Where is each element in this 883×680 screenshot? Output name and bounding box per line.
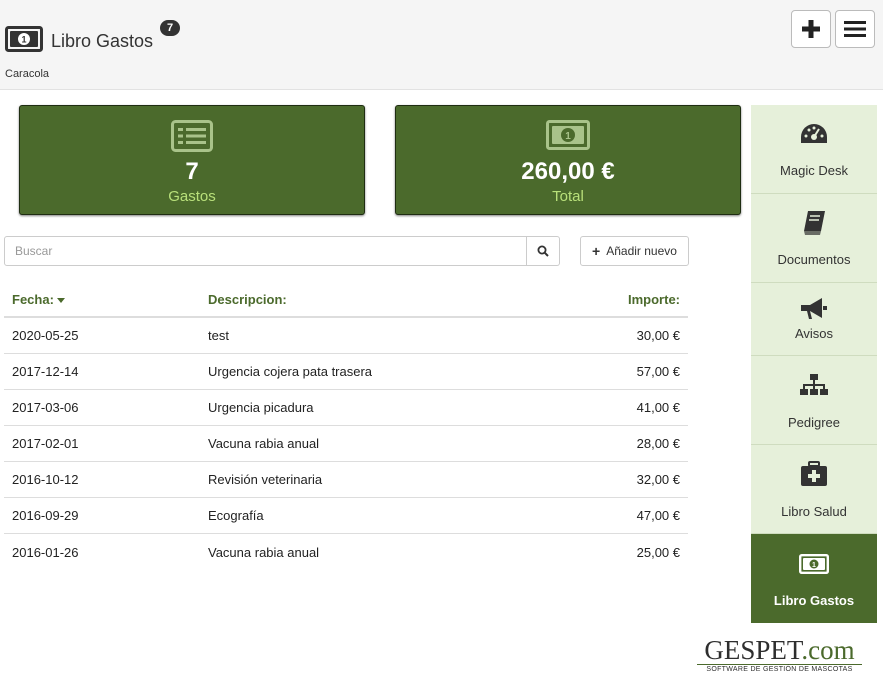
- cell-description: Revisión veterinaria: [208, 472, 323, 487]
- cell-amount: 25,00 €: [636, 544, 680, 560]
- svg-text:1: 1: [21, 35, 26, 45]
- table-row[interactable]: 2016-10-12 Revisión veterinaria 32,00 €: [4, 462, 688, 498]
- column-header-amount[interactable]: Importe:: [528, 292, 688, 307]
- column-header-date[interactable]: Fecha:: [4, 292, 200, 307]
- sidebar-item-label: Documentos: [777, 252, 851, 267]
- add-new-label: Añadir nuevo: [606, 244, 677, 258]
- sidebar-item-pedigree[interactable]: Pedigree: [751, 356, 877, 445]
- list-icon: [171, 120, 213, 152]
- sidebar-item-avisos[interactable]: Avisos: [751, 283, 877, 356]
- cell-amount: 57,00 €: [636, 364, 680, 379]
- cell-description: test: [208, 328, 229, 343]
- cell-date: 2020-05-25: [12, 328, 79, 343]
- logo-main-text: GESPET: [704, 635, 802, 665]
- cell-date: 2017-12-14: [12, 364, 79, 379]
- sidebar-item-label: Pedigree: [787, 415, 841, 430]
- page-title: Libro Gastos: [51, 30, 154, 51]
- add-button[interactable]: [791, 10, 831, 48]
- logo-wordmark: GESPET.com: [697, 636, 862, 664]
- book-icon: [804, 211, 825, 235]
- sidebar-item-magic-desk[interactable]: Magic Desk: [751, 105, 877, 194]
- money-icon: 1: [5, 26, 43, 52]
- cell-description: Ecografía: [208, 508, 264, 523]
- sidebar-item-label: Magic Desk: [780, 163, 848, 178]
- table-header: Fecha: Descripcion: Importe:: [4, 282, 688, 318]
- search-bar: [4, 236, 560, 266]
- cell-date: 2016-10-12: [12, 472, 79, 487]
- expenses-count-card: 7 Gastos: [19, 105, 365, 215]
- cell-description: Vacuna rabia anual: [208, 544, 320, 560]
- column-header-date-label: Fecha:: [12, 291, 54, 307]
- search-button[interactable]: [527, 236, 560, 266]
- svg-text:1: 1: [565, 131, 571, 142]
- sidebar-item-libro-gastos[interactable]: 1 Libro Gastos: [751, 534, 877, 623]
- menu-button[interactable]: [835, 10, 875, 48]
- cell-description: Urgencia cojera pata trasera: [208, 364, 373, 379]
- sidebar-nav: Magic Desk Documentos Avisos Pedigree Li…: [751, 105, 877, 623]
- logo-suffix-text: .com: [801, 635, 855, 665]
- table-row[interactable]: 2017-02-01 Vacuna rabia anual 28,00 €: [4, 426, 688, 462]
- sort-desc-icon: [56, 297, 65, 303]
- cell-description: Vacuna rabia anual: [208, 436, 320, 451]
- cell-amount: 32,00 €: [636, 472, 680, 487]
- column-header-description[interactable]: Descripcion:: [200, 292, 528, 307]
- sidebar-item-label: Libro Gastos: [773, 593, 855, 608]
- expenses-total-label: Total: [552, 188, 584, 205]
- svg-text:1: 1: [812, 562, 816, 569]
- cell-amount: 30,00 €: [636, 328, 680, 343]
- table-row[interactable]: 2017-12-14 Urgencia cojera pata trasera …: [4, 354, 688, 390]
- add-new-button[interactable]: + Añadir nuevo: [580, 236, 689, 266]
- cell-amount: 28,00 €: [636, 436, 680, 451]
- plus-icon: [802, 20, 820, 38]
- sitemap-icon: [800, 374, 828, 395]
- plus-icon: +: [592, 243, 601, 259]
- expenses-count: 7: [185, 158, 199, 185]
- pet-name: Caracola: [5, 68, 50, 80]
- expenses-table: Fecha: Descripcion: Importe: 2020-05-25 …: [4, 282, 688, 570]
- title-wrap: 1 Libro Gastos: [5, 26, 153, 52]
- medkit-icon: [801, 461, 827, 486]
- cell-description: Urgencia picadura: [208, 400, 314, 415]
- expenses-total-card: 1 260,00 € Total: [395, 105, 741, 215]
- megaphone-icon: [801, 298, 827, 319]
- table-row[interactable]: 2020-05-25 test 30,00 €: [4, 318, 688, 354]
- hamburger-icon: [844, 21, 866, 37]
- money-icon: 1: [799, 554, 829, 574]
- search-icon: [537, 245, 549, 257]
- money-icon: 1: [546, 120, 590, 150]
- page-header: 1 Libro Gastos 7 Caracola: [0, 0, 883, 90]
- table-row[interactable]: 2016-09-29 Ecografía 47,00 €: [4, 498, 688, 534]
- cell-date: 2016-09-29: [12, 508, 79, 523]
- expenses-total: 260,00 €: [521, 158, 615, 185]
- count-badge: 7: [160, 20, 180, 36]
- expenses-count-label: Gastos: [168, 188, 216, 205]
- cell-date: 2017-02-01: [12, 436, 79, 451]
- cell-amount: 41,00 €: [636, 400, 680, 415]
- gespet-logo: GESPET.com SOFTWARE DE GESTIÓN DE MASCOT…: [697, 636, 862, 674]
- cell-date: 2017-03-06: [12, 400, 79, 415]
- table-row[interactable]: 2017-03-06 Urgencia picadura 41,00 €: [4, 390, 688, 426]
- sidebar-item-libro-salud[interactable]: Libro Salud: [751, 445, 877, 534]
- table-row[interactable]: 2016-01-26 Vacuna rabia anual 25,00 €: [4, 534, 688, 570]
- dashboard-icon: [801, 124, 827, 143]
- sidebar-item-documentos[interactable]: Documentos: [751, 194, 877, 283]
- cell-amount: 47,00 €: [636, 508, 680, 523]
- search-input[interactable]: [4, 236, 527, 266]
- sidebar-item-label: Avisos: [794, 326, 834, 341]
- sidebar-item-label: Libro Salud: [781, 504, 847, 519]
- cell-date: 2016-01-26: [12, 544, 79, 560]
- logo-tagline: SOFTWARE DE GESTIÓN DE MASCOTAS: [697, 664, 862, 673]
